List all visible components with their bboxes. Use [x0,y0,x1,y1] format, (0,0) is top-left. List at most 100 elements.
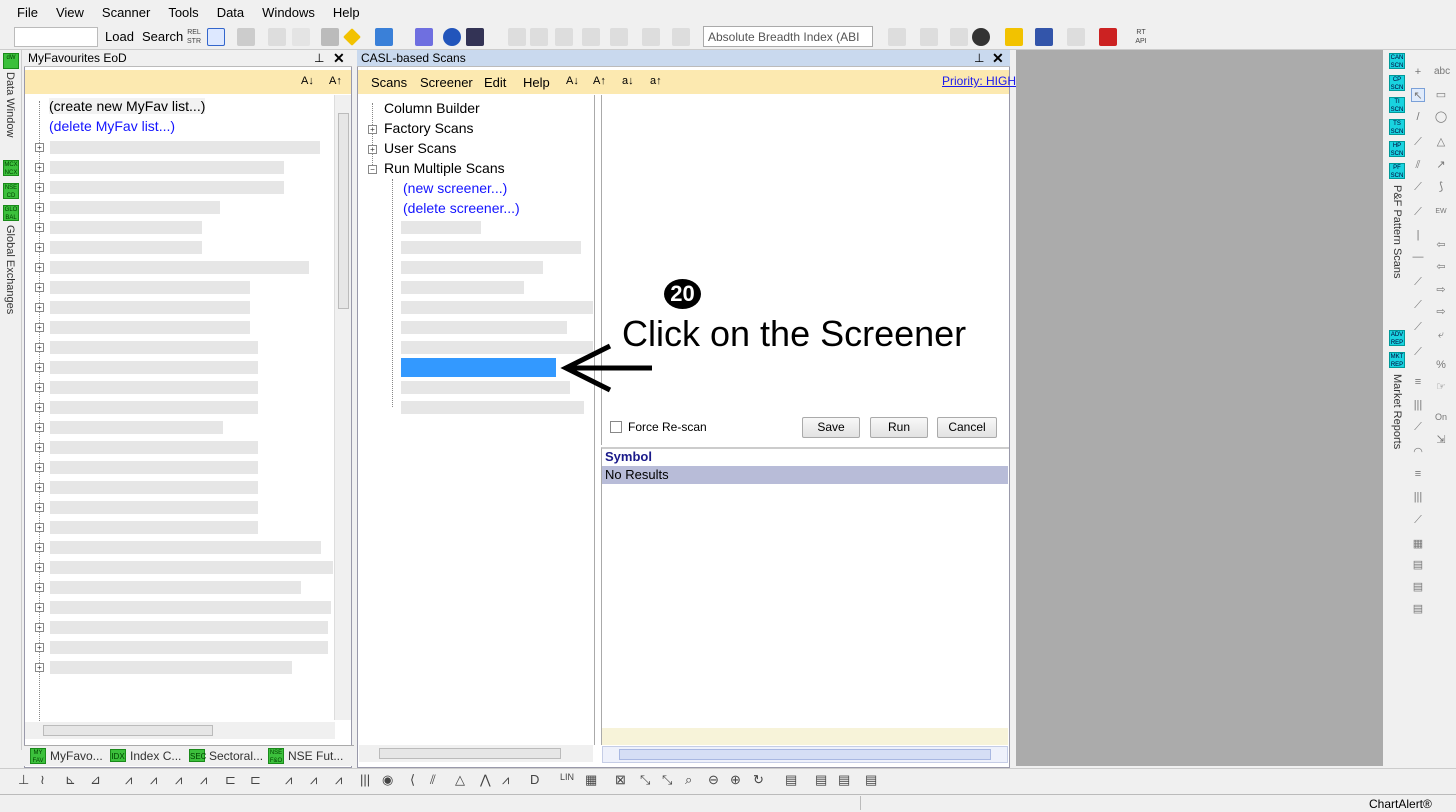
tool-icon[interactable]: ⩘ [200,772,207,788]
expand-icon[interactable]: + [35,263,44,272]
can-scn-badge-icon[interactable]: CAN SCN [1389,53,1405,69]
tool-icon[interactable]: ⩘ [335,772,342,788]
ma-icon[interactable] [642,28,660,46]
favourites-list-item[interactable]: + [25,200,333,216]
symbol-input[interactable] [14,27,98,47]
expand-icon[interactable]: + [35,663,44,672]
screener-item[interactable] [401,401,584,414]
expand-icon[interactable]: + [35,223,44,232]
favourites-list-item[interactable]: + [25,620,333,636]
favourites-list-item[interactable]: + [25,320,333,336]
arc-icon[interactable]: ◠ [1411,445,1425,459]
vline-icon[interactable]: | [1411,228,1425,242]
tool-icon[interactable]: ⩘ [150,772,157,788]
dw-badge-icon[interactable]: dW [3,53,19,69]
52w-hilo-icon[interactable] [582,28,600,46]
tool-icon[interactable]: ⩘ [310,772,317,788]
chart-area[interactable] [1016,50,1383,766]
font-down-icon[interactable]: A↑ [593,75,606,87]
bar-chart-icon[interactable] [1099,28,1117,46]
expand-icon[interactable]: + [35,163,44,172]
tool-icon[interactable]: ≀ [40,772,45,788]
tab-nse-futures[interactable]: NSE F&O NSE Fut... [268,747,343,764]
percent-tool-icon[interactable]: % [1434,358,1448,372]
tool-icon[interactable]: ▦ [585,772,597,788]
hyd-icon[interactable] [555,28,573,46]
upper-case-icon[interactable]: a↑ [650,75,662,87]
favourites-list-item[interactable]: + [25,580,333,596]
favourites-list-item[interactable]: + [25,160,333,176]
screener-item[interactable] [401,381,570,394]
ball-icon[interactable] [972,28,990,46]
tool-icon[interactable]: ⊿ [90,772,101,788]
scans-tree-hscrollbar[interactable] [359,745,593,762]
expand-icon[interactable]: + [35,343,44,352]
favourites-list-item[interactable]: + [25,460,333,476]
channel-icon[interactable]: ⫽ [1411,158,1425,172]
bars-icon[interactable] [530,28,548,46]
move-left-icon[interactable]: ⇦ [1434,238,1448,252]
adv-rep-badge-icon[interactable]: ADV REP [1389,330,1405,346]
nse-badge-icon[interactable]: NSE CD [3,183,19,199]
fib-fan-icon[interactable]: ⟋ [1411,513,1425,527]
volume-icon[interactable] [508,28,526,46]
pattern-icon[interactable] [672,28,690,46]
percent-icon[interactable] [610,28,628,46]
mj-icon[interactable] [375,28,393,46]
refresh-icon[interactable]: ↻ [753,772,764,788]
results-hscrollbar[interactable] [602,746,1008,763]
favourites-list-item[interactable]: + [25,340,333,356]
globe-icon[interactable] [443,28,461,46]
favourites-list-item[interactable]: + [25,300,333,316]
expand-icon[interactable]: + [35,143,44,152]
tool-icon[interactable]: ⤡ [640,772,650,788]
relative-strength-icon[interactable]: REL STR [185,28,203,46]
expand-icon[interactable]: + [35,583,44,592]
screener-item[interactable] [401,321,567,334]
favourites-list-item[interactable]: + [25,660,333,676]
pf-scn-badge-icon[interactable]: PF SCN [1389,163,1405,179]
hp-scn-badge-icon[interactable]: HP SCN [1389,141,1405,157]
favourites-list-item[interactable]: + [25,440,333,456]
pointer-icon[interactable]: ↖ [1411,88,1425,102]
menu-scanner[interactable]: Scanner [102,5,150,20]
time-zones-icon[interactable]: ||| [1411,490,1425,504]
close-icon[interactable]: ✕ [992,50,1004,67]
sort-asc-icon[interactable]: A↓ [301,75,314,87]
pin-icon[interactable]: ⊥ [314,51,324,65]
expand-icon[interactable]: + [35,543,44,552]
rectangle-icon[interactable]: ▭ [1434,88,1448,102]
gann-icon[interactable]: ⟋ [1411,275,1425,289]
expand-icon[interactable]: + [35,383,44,392]
favourites-list-item[interactable]: + [25,400,333,416]
lower-case-icon[interactable]: a↓ [622,75,634,87]
hand-icon[interactable]: ☞ [1434,380,1448,394]
screener-item[interactable] [401,221,481,234]
screener-item[interactable] [401,301,593,314]
tool-icon[interactable]: ⟨ [410,772,415,788]
menu-view[interactable]: View [56,5,84,20]
favourites-list-item[interactable]: + [25,480,333,496]
andrews-icon[interactable]: ⟋ [1411,320,1425,334]
tool-icon[interactable]: ▤ [785,772,797,788]
favourites-hscrollbar[interactable] [25,722,335,739]
priority-link[interactable]: Priority: HIGH [942,74,1016,88]
scans-menu-scans[interactable]: Scans [371,75,407,90]
tool-icon[interactable]: ⊏ [225,772,236,788]
tool-icon[interactable]: ⫽ [430,772,436,788]
ts-scn-badge-icon[interactable]: TS SCN [1389,119,1405,135]
hline-icon[interactable]: — [1411,250,1425,264]
screener-item-selected[interactable] [401,358,556,377]
speed-icon[interactable]: ⟋ [1411,345,1425,359]
favourites-list-item[interactable]: + [25,140,333,156]
mkt-rep-badge-icon[interactable]: MKT REP [1389,352,1405,368]
favourites-list-item[interactable]: + [25,420,333,436]
grid-icon[interactable]: ▦ [1411,537,1425,551]
force-rescan-checkbox[interactable] [610,421,622,433]
favourites-list-item[interactable]: + [25,500,333,516]
triangle-icon[interactable] [1067,28,1085,46]
wave-icon[interactable] [1035,28,1053,46]
expand-icon[interactable]: + [368,125,377,134]
data-window-tab[interactable]: Data Window [4,72,16,137]
tool-icon[interactable]: ⋀ [480,772,491,788]
